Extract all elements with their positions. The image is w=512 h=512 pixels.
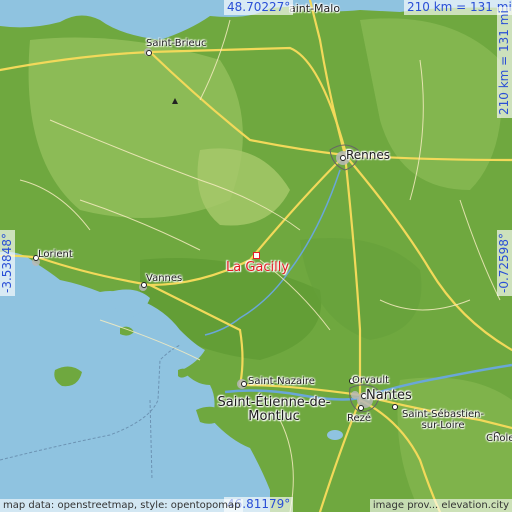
city-dot-reze bbox=[358, 405, 364, 411]
place-label-nantes[interactable]: Nantes bbox=[366, 388, 412, 403]
left-longitude-label: -3.53848° bbox=[0, 230, 15, 296]
city-dot-saint-sebastien bbox=[392, 404, 398, 410]
city-dot-saint-nazaire bbox=[241, 381, 247, 387]
place-label-saint-brieuc[interactable]: Saint-Brieuc bbox=[146, 38, 207, 49]
place-label-saint-sebastien-line1: Saint-Sébastien- bbox=[402, 409, 485, 420]
attribution-right: image prov... elevation.city bbox=[369, 499, 512, 512]
top-latitude-label: 48.70227° bbox=[224, 0, 294, 15]
place-label-orvault[interactable]: Orvault bbox=[352, 375, 389, 386]
focus-place-label[interactable]: La Gacilly bbox=[226, 260, 289, 275]
place-label-saint-sebastien-line2: sur-Loire bbox=[421, 420, 465, 431]
right-longitude-label: -0.72598° bbox=[497, 230, 512, 296]
place-label-reze[interactable]: Rezé bbox=[347, 413, 371, 424]
focus-place-marker[interactable] bbox=[253, 252, 260, 259]
place-label-saint-etienne-line1: Saint-Étienne-de- bbox=[217, 395, 331, 410]
scale-label-top: 210 km = 131 mi bbox=[404, 0, 512, 15]
place-label-saint-etienne-line2: Montluc bbox=[248, 409, 300, 424]
place-label-rennes[interactable]: Rennes bbox=[346, 148, 390, 162]
place-label-saint-nazaire[interactable]: Saint-Nazaire bbox=[248, 376, 315, 387]
place-label-lorient[interactable]: Lorient bbox=[38, 249, 73, 260]
attribution-left: map data: openstreetmap, style: opentopo… bbox=[0, 499, 244, 512]
map-view[interactable]: Saint-Malo Saint-Brieuc Rennes Lorient V… bbox=[0, 0, 512, 512]
place-label-vannes[interactable]: Vannes bbox=[146, 273, 182, 284]
scale-label-right: 210 km = 131 mi bbox=[497, 7, 512, 118]
place-label-saint-etienne[interactable]: Saint-Étienne-de- Montluc bbox=[212, 396, 336, 424]
city-dot-saint-brieuc bbox=[146, 50, 152, 56]
place-label-cholet[interactable]: Chole bbox=[486, 433, 512, 444]
place-label-saint-sebastien[interactable]: Saint-Sébastien- sur-Loire bbox=[402, 409, 484, 431]
